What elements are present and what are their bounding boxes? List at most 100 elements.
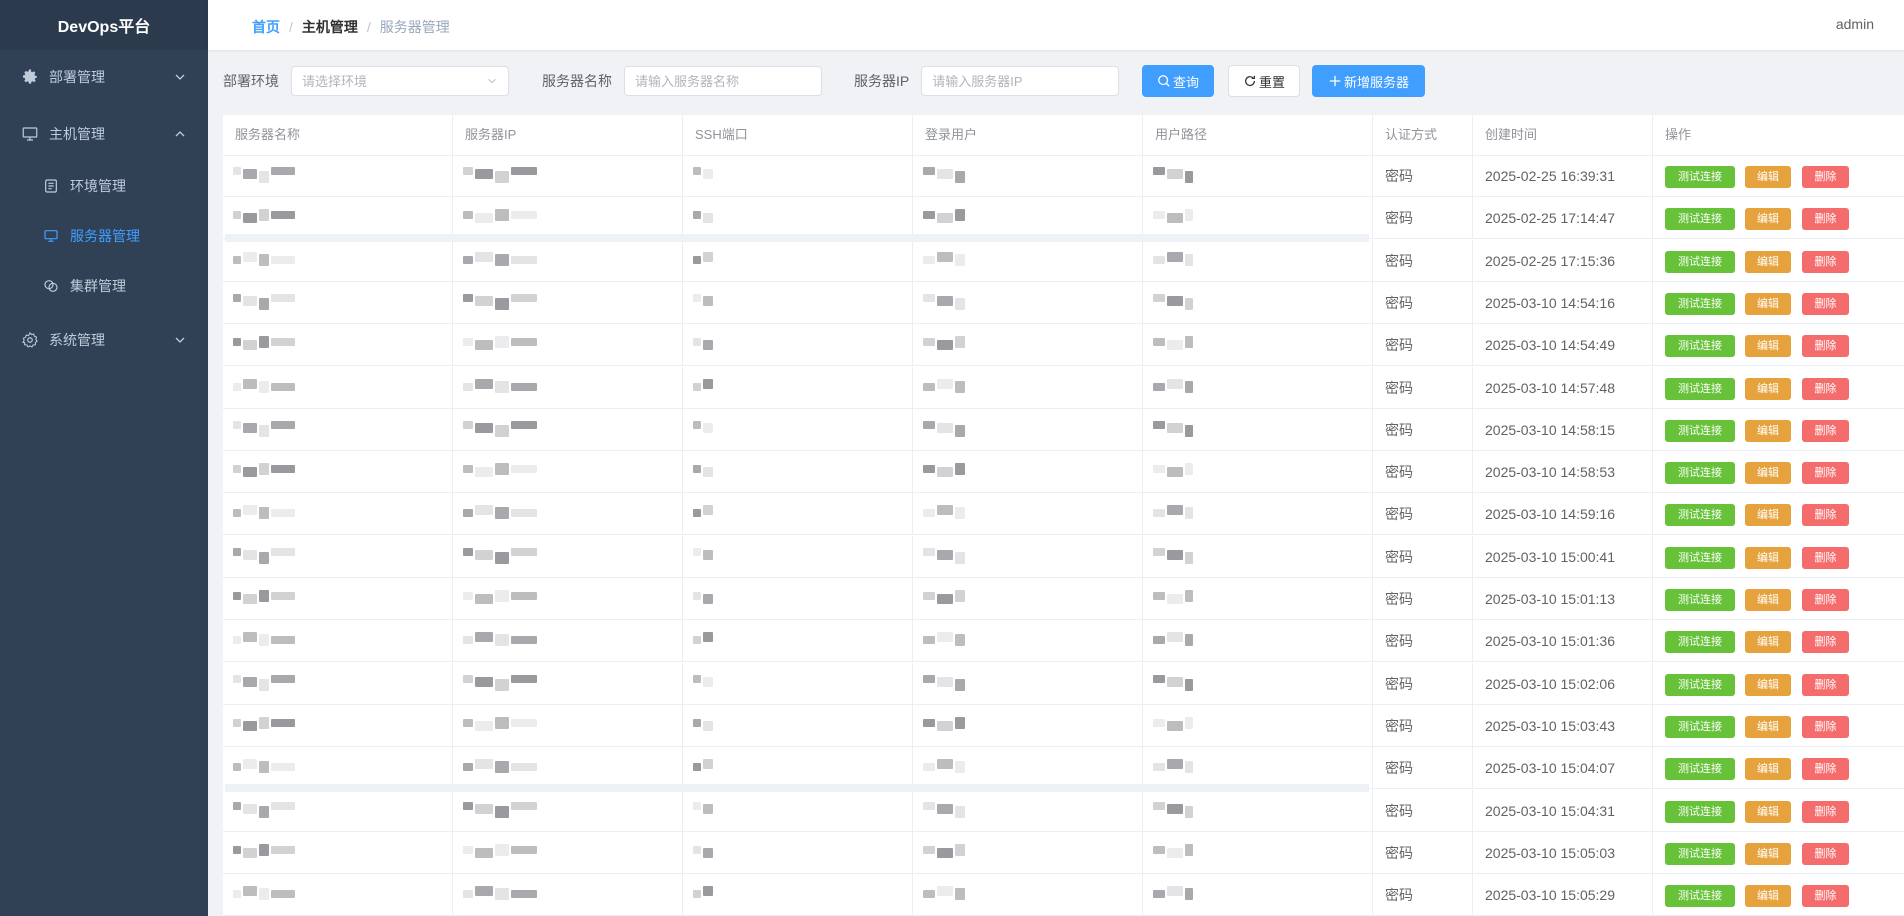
- redacted-cell: [1143, 366, 1373, 409]
- env-select[interactable]: [291, 66, 509, 96]
- edit-button[interactable]: 编辑: [1745, 250, 1791, 273]
- table-header: 服务器名称 服务器IP SSH端口 登录用户 用户路径 认证方式 创建时间 操作: [223, 115, 1904, 156]
- created-time-cell: 2025-03-10 15:05:29: [1473, 874, 1653, 916]
- edit-button[interactable]: 编辑: [1745, 335, 1791, 358]
- test-connection-button[interactable]: 测试连接: [1665, 292, 1735, 315]
- test-connection-button[interactable]: 测试连接: [1665, 462, 1735, 485]
- pixelated-block: [271, 509, 295, 518]
- edit-button[interactable]: 编辑: [1745, 758, 1791, 781]
- sidebar-item-system-management[interactable]: 系统管理: [0, 320, 208, 360]
- test-connection-button[interactable]: 测试连接: [1665, 631, 1735, 654]
- pixelated-block: [955, 551, 965, 564]
- pixelated-block: [475, 505, 493, 516]
- edit-button[interactable]: 编辑: [1745, 842, 1791, 865]
- server-name-input[interactable]: [624, 66, 822, 96]
- monitor-icon: [42, 227, 60, 245]
- add-server-button-label: 新增服务器: [1343, 74, 1409, 90]
- user-menu[interactable]: admin: [1836, 16, 1874, 32]
- delete-button[interactable]: 删除: [1802, 250, 1849, 273]
- test-connection-button[interactable]: 测试连接: [1665, 166, 1735, 188]
- pixelated-block: [233, 509, 241, 518]
- server-ip-input[interactable]: [921, 66, 1120, 96]
- pixelated-block: [923, 167, 935, 175]
- test-connection-button[interactable]: 测试连接: [1665, 377, 1735, 400]
- delete-button[interactable]: 删除: [1802, 419, 1849, 442]
- sidebar-item-env-management[interactable]: 环境管理: [0, 166, 208, 206]
- sidebar-item-cluster-management[interactable]: 集群管理: [0, 266, 208, 306]
- sidebar-item-server-management[interactable]: 服务器管理: [0, 216, 208, 256]
- reset-button-label: 重置: [1258, 74, 1285, 90]
- pixelated-block: [495, 551, 509, 564]
- redacted-cell: [913, 789, 1143, 832]
- delete-button[interactable]: 删除: [1802, 589, 1849, 611]
- redacted-cell: [223, 366, 453, 409]
- pixelated-block: [703, 169, 713, 179]
- test-connection-button[interactable]: 测试连接: [1665, 715, 1735, 738]
- delete-button[interactable]: 删除: [1802, 715, 1849, 738]
- pixelated-block: [243, 594, 257, 604]
- add-server-button[interactable]: 新增服务器: [1312, 65, 1425, 97]
- edit-button[interactable]: 编辑: [1745, 800, 1791, 823]
- created-time-cell: 2025-03-10 15:00:41: [1473, 535, 1653, 578]
- edit-button[interactable]: 编辑: [1745, 377, 1791, 400]
- test-connection-button[interactable]: 测试连接: [1665, 673, 1735, 696]
- redacted-cell: [683, 662, 913, 705]
- redacted-cell: [683, 366, 913, 409]
- edit-button[interactable]: 编辑: [1745, 292, 1791, 315]
- test-connection-button[interactable]: 测试连接: [1665, 589, 1735, 611]
- test-connection-button[interactable]: 测试连接: [1665, 208, 1735, 231]
- edit-button[interactable]: 编辑: [1745, 715, 1791, 738]
- delete-button[interactable]: 删除: [1802, 462, 1849, 485]
- reset-button[interactable]: 重置: [1228, 65, 1300, 97]
- delete-button[interactable]: 删除: [1802, 504, 1849, 527]
- delete-button[interactable]: 删除: [1802, 166, 1849, 188]
- pixelated-block: [1153, 547, 1165, 556]
- edit-button[interactable]: 编辑: [1745, 504, 1791, 527]
- test-connection-button[interactable]: 测试连接: [1665, 419, 1735, 442]
- redacted-cell: [223, 578, 453, 620]
- search-button[interactable]: 查询: [1142, 65, 1214, 97]
- pixelated-block: [1167, 378, 1183, 389]
- delete-button[interactable]: 删除: [1802, 800, 1849, 823]
- delete-button[interactable]: 删除: [1802, 546, 1849, 569]
- edit-button[interactable]: 编辑: [1745, 589, 1791, 611]
- redacted-cell: [913, 578, 1143, 620]
- test-connection-button[interactable]: 测试连接: [1665, 250, 1735, 273]
- sidebar-item-host-management[interactable]: 主机管理: [0, 114, 208, 154]
- delete-button[interactable]: 删除: [1802, 335, 1849, 358]
- pixelated-block: [259, 209, 269, 222]
- pixelated-block: [271, 465, 295, 474]
- edit-button[interactable]: 编辑: [1745, 546, 1791, 569]
- delete-button[interactable]: 删除: [1802, 292, 1849, 315]
- breadcrumb-home[interactable]: 首页: [252, 17, 280, 37]
- edit-button[interactable]: 编辑: [1745, 166, 1791, 188]
- test-connection-button[interactable]: 测试连接: [1665, 546, 1735, 569]
- delete-button[interactable]: 删除: [1802, 208, 1849, 231]
- edit-button[interactable]: 编辑: [1745, 885, 1791, 908]
- pixelated-block: [475, 467, 493, 478]
- delete-button[interactable]: 删除: [1802, 673, 1849, 696]
- edit-button[interactable]: 编辑: [1745, 462, 1791, 485]
- delete-button[interactable]: 删除: [1802, 885, 1849, 908]
- delete-button[interactable]: 删除: [1802, 631, 1849, 654]
- test-connection-button[interactable]: 测试连接: [1665, 335, 1735, 358]
- pixelated-block: [703, 213, 713, 224]
- test-connection-button[interactable]: 测试连接: [1665, 885, 1735, 908]
- test-connection-button[interactable]: 测试连接: [1665, 800, 1735, 823]
- redacted-cell: [453, 704, 683, 747]
- edit-button[interactable]: 编辑: [1745, 673, 1791, 696]
- breadcrumb: 首页 / 主机管理 / 服务器管理: [252, 17, 450, 37]
- redacted-cell: [453, 451, 683, 494]
- edit-button[interactable]: 编辑: [1745, 208, 1791, 231]
- delete-button[interactable]: 删除: [1802, 377, 1849, 400]
- delete-button[interactable]: 删除: [1802, 758, 1849, 781]
- env-select-input[interactable]: [291, 66, 509, 96]
- pixelated-block: [693, 338, 701, 347]
- sidebar-item-deploy-management[interactable]: 部署管理: [0, 57, 208, 97]
- delete-button[interactable]: 删除: [1802, 842, 1849, 865]
- test-connection-button[interactable]: 测试连接: [1665, 842, 1735, 865]
- test-connection-button[interactable]: 测试连接: [1665, 504, 1735, 527]
- edit-button[interactable]: 编辑: [1745, 631, 1791, 654]
- test-connection-button[interactable]: 测试连接: [1665, 758, 1735, 781]
- edit-button[interactable]: 编辑: [1745, 419, 1791, 442]
